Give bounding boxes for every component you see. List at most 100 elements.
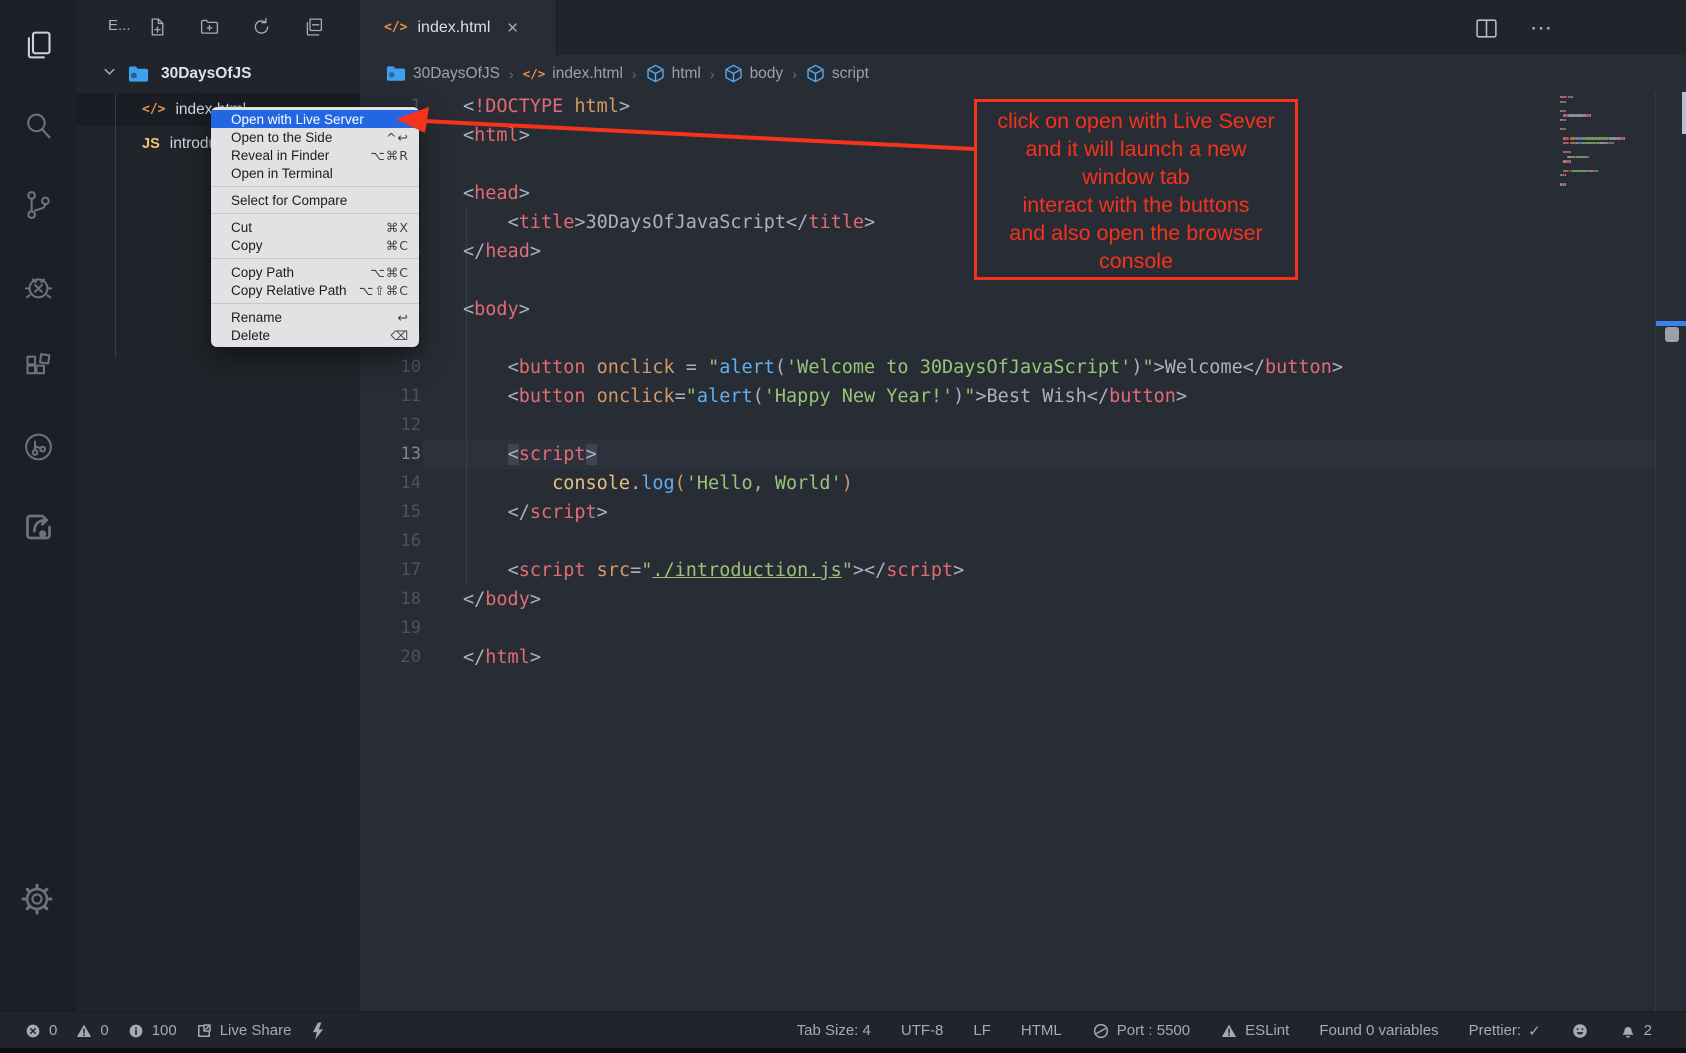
- status-infos[interactable]: 100: [127, 1022, 177, 1040]
- breadcrumb-separator: ›: [710, 66, 715, 82]
- status-label: 0: [100, 1022, 108, 1039]
- gear-icon: [20, 882, 56, 918]
- activity-session[interactable]: [0, 426, 76, 466]
- activity-extensions[interactable]: [0, 346, 76, 386]
- menu-item-label: Select for Compare: [231, 193, 347, 208]
- code-line-17[interactable]: <script src="./introduction.js"></script…: [463, 556, 964, 585]
- status-notifications[interactable]: 2: [1619, 1022, 1652, 1040]
- code-line-14[interactable]: console.log('Hello, World'): [463, 469, 853, 498]
- minimap-line: [1570, 137, 1576, 139]
- menu-item-open-with-live-server[interactable]: Open with Live Server: [211, 110, 419, 128]
- zap-icon: [309, 1022, 327, 1040]
- menu-item-cut[interactable]: Cut⌘X: [211, 218, 419, 236]
- code-line-13[interactable]: <script>: [463, 440, 597, 469]
- menu-item-select-for-compare[interactable]: Select for Compare: [211, 191, 419, 209]
- blocked-icon: [1092, 1022, 1110, 1040]
- code-line-8[interactable]: <body>: [463, 295, 530, 324]
- code-line-1[interactable]: <!DOCTYPE html>: [463, 92, 630, 121]
- minimap-line: [1564, 110, 1566, 112]
- activity-live-share[interactable]: [0, 506, 76, 546]
- html-code-icon: </>: [384, 20, 407, 35]
- status-label: 0: [49, 1022, 57, 1039]
- code-line-4[interactable]: <head>: [463, 179, 530, 208]
- menu-item-copy[interactable]: Copy⌘C: [211, 236, 419, 254]
- breadcrumb-item-html[interactable]: html: [646, 64, 701, 83]
- menu-item-rename[interactable]: Rename↩: [211, 308, 419, 326]
- tab-index-html[interactable]: </> index.html ✕: [360, 0, 557, 55]
- new-folder-button[interactable]: [196, 13, 222, 39]
- code-line-10[interactable]: <button onclick = "alert('Welcome to 30D…: [463, 353, 1343, 382]
- status-feedback[interactable]: [1571, 1022, 1589, 1040]
- menu-item-copy-relative-path[interactable]: Copy Relative Path⌥⇧⌘C: [211, 281, 419, 299]
- code-line-6[interactable]: </head>: [463, 237, 541, 266]
- activity-run-debug[interactable]: [0, 266, 76, 306]
- new-folder-icon: [199, 16, 220, 37]
- activity-settings[interactable]: [0, 880, 76, 920]
- menu-item-delete[interactable]: Delete⌫: [211, 326, 419, 344]
- minimap-line: [1582, 142, 1596, 144]
- status-eslint[interactable]: ESLint: [1220, 1022, 1289, 1040]
- minimap-line: [1574, 170, 1588, 172]
- menu-item-shortcut: ⌥⌘R: [370, 148, 409, 163]
- collapse-folders-button[interactable]: [300, 13, 326, 39]
- chevron-down-icon[interactable]: [102, 64, 118, 84]
- check-icon: ✓: [1528, 1022, 1541, 1040]
- menu-item-shortcut: ^↩: [386, 130, 409, 145]
- status-variables[interactable]: Found 0 variables: [1319, 1022, 1438, 1039]
- breadcrumb-item-30daysofjs[interactable]: 30DaysOfJS: [386, 65, 500, 83]
- code-line-20[interactable]: </html>: [463, 643, 541, 672]
- code-line-18[interactable]: </body>: [463, 585, 541, 614]
- status-errors[interactable]: 0: [24, 1022, 57, 1040]
- code-line-5[interactable]: <title>30DaysOfJavaScript</title>: [463, 208, 875, 237]
- minimap[interactable]: [1560, 96, 1655, 206]
- menu-item-label: Open with Live Server: [231, 112, 364, 127]
- annotation-line: interact with the buttons: [977, 191, 1295, 219]
- status-encoding[interactable]: UTF-8: [901, 1022, 944, 1039]
- refresh-button[interactable]: [248, 13, 274, 39]
- menu-item-copy-path[interactable]: Copy Path⌥⌘C: [211, 263, 419, 281]
- status-label: Prettier:: [1469, 1022, 1522, 1039]
- line-number: 20: [360, 643, 421, 672]
- activity-explorer[interactable]: [0, 24, 76, 64]
- breadcrumb-item-body[interactable]: body: [724, 64, 784, 83]
- menu-item-open-to-the-side[interactable]: Open to the Side^↩: [211, 128, 419, 146]
- status-language-mode[interactable]: HTML: [1021, 1022, 1062, 1039]
- current-line-highlight: [423, 440, 1655, 469]
- status-tab-size[interactable]: Tab Size: 4: [797, 1022, 871, 1039]
- annotation-line: and it will launch a new: [977, 135, 1295, 163]
- breadcrumb-separator: ›: [509, 66, 514, 82]
- breadcrumb-item-script[interactable]: script: [806, 64, 869, 83]
- new-file-button[interactable]: [144, 13, 170, 39]
- activity-source-control[interactable]: [0, 184, 76, 224]
- minimap-line: [1565, 174, 1567, 176]
- split-editor-icon[interactable]: [1472, 14, 1500, 42]
- more-actions-icon[interactable]: ⋯: [1528, 14, 1556, 42]
- menu-item-reveal-in-finder[interactable]: Reveal in Finder⌥⌘R: [211, 146, 419, 164]
- bell-icon: [1619, 1022, 1637, 1040]
- minimap-line: [1564, 128, 1566, 130]
- status-warnings[interactable]: 0: [75, 1022, 108, 1040]
- breadcrumb-item-index-html[interactable]: </>index.html: [523, 65, 623, 83]
- activity-search[interactable]: [0, 104, 76, 144]
- status-bar: 0 0 100 Live Share Tab Size: 4 UTF-8 LF HTML Po…: [0, 1011, 1686, 1049]
- menu-item-shortcut: ↩: [398, 310, 409, 325]
- tree-folder-root[interactable]: 30DaysOfJS: [76, 57, 360, 91]
- status-label: UTF-8: [901, 1022, 944, 1039]
- code-line-11[interactable]: <button onclick="alert('Happy New Year!'…: [463, 382, 1187, 411]
- minimap-line: [1576, 156, 1587, 158]
- status-live-server-port[interactable]: Port : 5500: [1092, 1022, 1190, 1040]
- status-prettier[interactable]: Prettier: ✓: [1469, 1022, 1541, 1040]
- code-line-2[interactable]: <html>: [463, 121, 530, 150]
- status-zap[interactable]: [309, 1022, 327, 1040]
- status-eol[interactable]: LF: [973, 1022, 991, 1039]
- scrollbar-thumb[interactable]: [1665, 327, 1679, 342]
- smiley-icon: [1571, 1022, 1589, 1040]
- status-label: ESLint: [1245, 1022, 1289, 1039]
- status-live-share[interactable]: Live Share: [195, 1022, 292, 1040]
- close-icon[interactable]: ✕: [506, 19, 519, 37]
- symbol-cube-icon: [724, 64, 743, 83]
- menu-separator: [211, 213, 419, 214]
- breadcrumb-label: html: [672, 65, 701, 83]
- code-line-15[interactable]: </script>: [463, 498, 608, 527]
- menu-item-open-in-terminal[interactable]: Open in Terminal: [211, 164, 419, 182]
